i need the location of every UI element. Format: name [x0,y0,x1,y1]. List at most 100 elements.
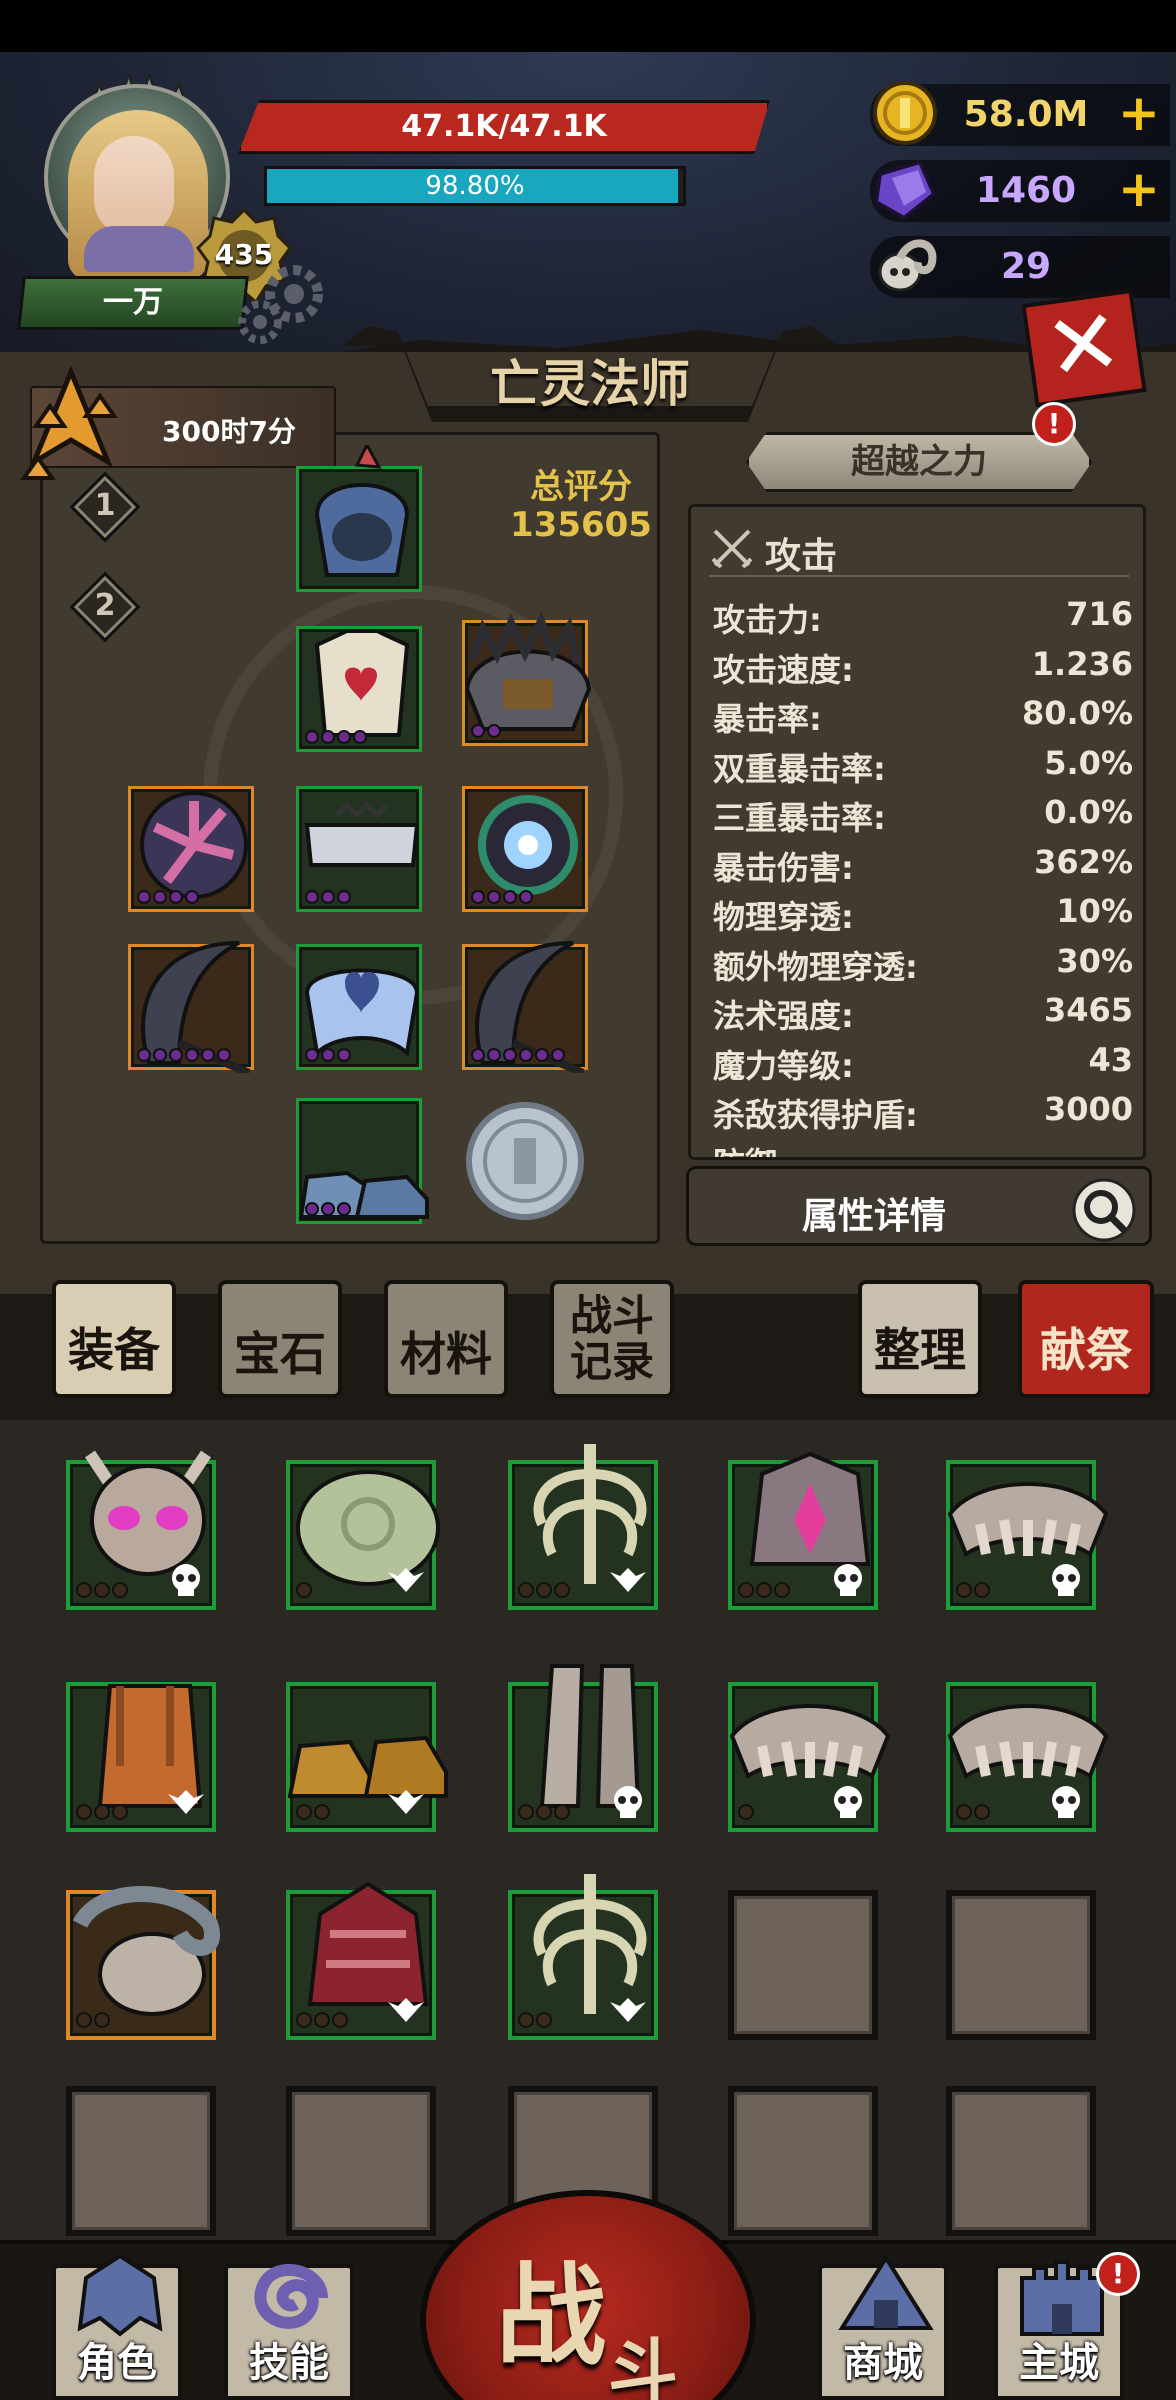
attribute-detail-label: 属性详情 [801,1196,946,1237]
nav-character-label: 角色 [77,2340,157,2386]
inventory-empty-slot[interactable] [66,2086,216,2236]
stats-section-header: 攻击 [709,521,1129,577]
socket-dots [137,1047,233,1063]
inventory-empty-slot[interactable] [286,2086,436,2236]
socket-dots [296,2012,350,2032]
crossed-swords-icon [711,529,753,569]
inventory-item-fang-jaw[interactable] [946,1460,1109,1610]
helmet-slot[interactable] [296,445,422,592]
brass-boots-icon [287,1735,448,1798]
ram-skull-icon [878,239,937,292]
inventory-item-ribcage[interactable] [508,1444,658,1610]
stat-label: 攻击力: [713,601,822,639]
inventory-item-crystal-carapace[interactable] [728,1451,878,1610]
stat-label: 暴击伤害: [713,848,854,887]
nav-character-button[interactable]: 角色 [52,2253,182,2400]
offhand-slot[interactable] [128,786,254,912]
inventory-item-brass-boots[interactable] [286,1682,448,1832]
inventory-item-ribcage[interactable] [508,1874,658,2040]
class-title-banner: 亡灵法师 [342,326,838,432]
armor-slot[interactable] [296,626,422,752]
inventory-item-fang-jaw[interactable] [728,1682,891,1832]
gold-coin-icon [873,81,937,145]
rank-timer-text: 300时7分 [162,415,296,448]
gold-value: 58.0M [963,94,1089,135]
sort-label: 整理 [874,1323,966,1377]
stat-value: 3465 [1043,991,1133,1029]
socket-dots [305,1201,353,1217]
hood-icon [314,445,410,577]
tab-materials[interactable]: 材料 [384,1280,508,1398]
socket-dots [956,1804,992,1824]
inventory-item-bone-greaves[interactable] [508,1664,658,1832]
add-gem-button[interactable]: + [1114,164,1164,214]
inventory-item-orange-cloak[interactable] [66,1682,216,1832]
wing-badge-icon [168,1790,204,1814]
tab-materials-label: 材料 [400,1327,492,1381]
attribute-detail-button[interactable]: 属性详情 [686,1166,1152,1246]
sort-button[interactable]: 整理 [858,1280,982,1398]
cape-slot[interactable] [296,944,422,1070]
inventory-empty-slot[interactable] [728,2086,878,2236]
inventory-item-demon-skull[interactable] [66,1450,216,1610]
nav-skills-button[interactable]: 技能 [224,2264,354,2400]
stat-value: 30% [1056,941,1133,980]
preset-2-button[interactable]: 2 [69,571,141,643]
preset-1-label: 1 [94,488,116,523]
silver-coin-icon[interactable] [462,1098,588,1224]
close-icon: ✕ [1038,288,1129,403]
tab-equipment[interactable]: 装备 [52,1280,176,1398]
inventory-empty-slot[interactable] [728,1890,878,2040]
player-name: 一万 [103,285,163,320]
inventory-item-stone-egg[interactable] [286,1460,440,1610]
tab-gems[interactable]: 宝石 [218,1280,342,1398]
purple-gem-icon [873,159,937,221]
stat-label: 三重暴击率: [713,799,886,837]
horned-skull-icon [72,1886,220,2016]
stat-label: 双重暴击率: [713,749,886,788]
magnifier-icon [1072,1178,1136,1242]
socket-dots [738,1804,756,1824]
socket-dots [738,1582,792,1602]
stat-value: 0.0% [1044,793,1133,831]
inventory-item-crimson-carapace[interactable] [286,1881,436,2040]
stat-label: 魔力等级: [713,1046,854,1085]
inventory-empty-slot[interactable] [946,1890,1096,2040]
status-bar [0,0,1176,52]
belt-slot[interactable] [296,786,422,912]
inventory-item-fang-jaw[interactable] [946,1682,1109,1832]
rank-up-arrow-icon[interactable] [16,366,126,486]
close-button[interactable]: ✕ [1021,288,1147,408]
socket-dots [518,2012,554,2032]
preset-1-button[interactable]: 1 [69,471,141,543]
boots-slot[interactable] [296,1098,429,1224]
sacrifice-label: 献祭 [1040,1323,1132,1377]
avatar-robe [84,226,194,272]
inventory-item-horned-skull[interactable] [66,1886,220,2040]
fang-jaw-icon [729,1704,891,1780]
nav-shop-label: 商城 [843,2340,923,2386]
stat-value: 43 [1088,1040,1133,1079]
tab-battle-log[interactable]: 战斗 记录 [550,1280,674,1398]
weapon-left-slot[interactable] [128,941,254,1073]
weapon-right-slot[interactable] [462,941,588,1073]
wing-badge-icon [388,1790,424,1814]
socket-dots [296,1582,314,1602]
amulet-slot[interactable] [462,786,588,912]
city-alert-badge: ! [1096,2252,1140,2296]
orange-cloak-icon [97,1684,203,1808]
nav-shop-button[interactable]: 商城 [818,2254,948,2400]
add-gold-button[interactable]: + [1114,88,1164,138]
inventory-empty-slot[interactable] [946,2086,1096,2236]
stat-value: 1.236 [1031,644,1133,683]
stat-value: 362% [1034,842,1133,881]
attack-stats-panel[interactable]: 攻击 攻击力: 716 攻击速度: 1.236 暴击率: 80.0% 双重暴击率: 5.0% 三… [688,504,1146,1160]
stat-value: 3000 [1043,1090,1133,1128]
sacrifice-button[interactable]: 献祭 [1018,1280,1154,1398]
nav-city-label: 主城 [1019,2340,1099,2386]
player-name-plate: 一万 [17,276,249,330]
avatar-face [94,136,174,236]
shoulder-slot[interactable] [462,611,592,746]
settings-gear-icon[interactable] [232,262,332,346]
stat-row: 攻击力: 716 [713,589,1133,639]
